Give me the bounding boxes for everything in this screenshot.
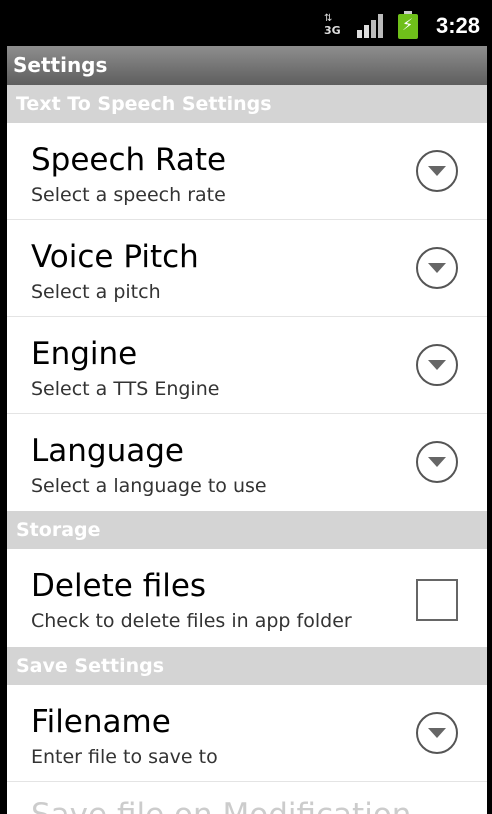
pref-title: Language <box>31 433 184 469</box>
dropdown-arrow-icon[interactable] <box>416 150 458 192</box>
pref-title: Filename <box>31 704 171 740</box>
dropdown-arrow-icon[interactable] <box>416 441 458 483</box>
pref-summary: Check to delete files in app folder <box>31 610 352 632</box>
data-arrows-icon: ⇅ <box>324 13 332 24</box>
pref-summary: Select a pitch <box>31 281 161 303</box>
battery-charging-icon: ⚡ <box>398 11 418 39</box>
3g-network-icon: ⇅ 3G <box>324 13 344 37</box>
pref-title: Voice Pitch <box>31 239 199 275</box>
pref-title: Save file on Modification <box>31 796 411 814</box>
pref-voice-pitch[interactable]: Voice Pitch Select a pitch <box>7 220 487 317</box>
clock: 3:28 <box>436 13 481 38</box>
pref-speech-rate[interactable]: Speech Rate Select a speech rate <box>7 123 487 220</box>
signal-strength-icon <box>357 14 383 38</box>
dropdown-arrow-icon[interactable] <box>416 344 458 386</box>
pref-delete-files[interactable]: Delete files Check to delete files in ap… <box>7 549 487 647</box>
network-type-label: 3G <box>324 24 341 37</box>
status-bar: ⇅ 3G ⚡ 3:28 <box>0 0 492 46</box>
category-header-save-settings: Save Settings <box>7 647 487 685</box>
category-header-storage: Storage <box>7 511 487 549</box>
pref-summary: Select a TTS Engine <box>31 378 220 400</box>
app-title-bar: Settings <box>7 46 487 85</box>
pref-save-on-modification[interactable]: Save file on Modification <box>7 782 487 814</box>
pref-engine[interactable]: Engine Select a TTS Engine <box>7 317 487 414</box>
dropdown-arrow-icon[interactable] <box>416 712 458 754</box>
pref-title: Engine <box>31 336 138 372</box>
pref-summary: Select a language to use <box>31 475 267 497</box>
pref-filename[interactable]: Filename Enter file to save to <box>7 685 487 782</box>
delete-files-checkbox[interactable] <box>416 579 458 621</box>
pref-summary: Enter file to save to <box>31 746 218 768</box>
dropdown-arrow-icon[interactable] <box>416 247 458 289</box>
pref-title: Speech Rate <box>31 142 227 178</box>
pref-summary: Select a speech rate <box>31 184 226 206</box>
settings-screen: Settings Text To Speech Settings Speech … <box>7 46 487 814</box>
pref-language[interactable]: Language Select a language to use <box>7 414 487 511</box>
pref-title: Delete files <box>31 568 207 604</box>
category-header-text-to-speech: Text To Speech Settings <box>7 85 487 123</box>
